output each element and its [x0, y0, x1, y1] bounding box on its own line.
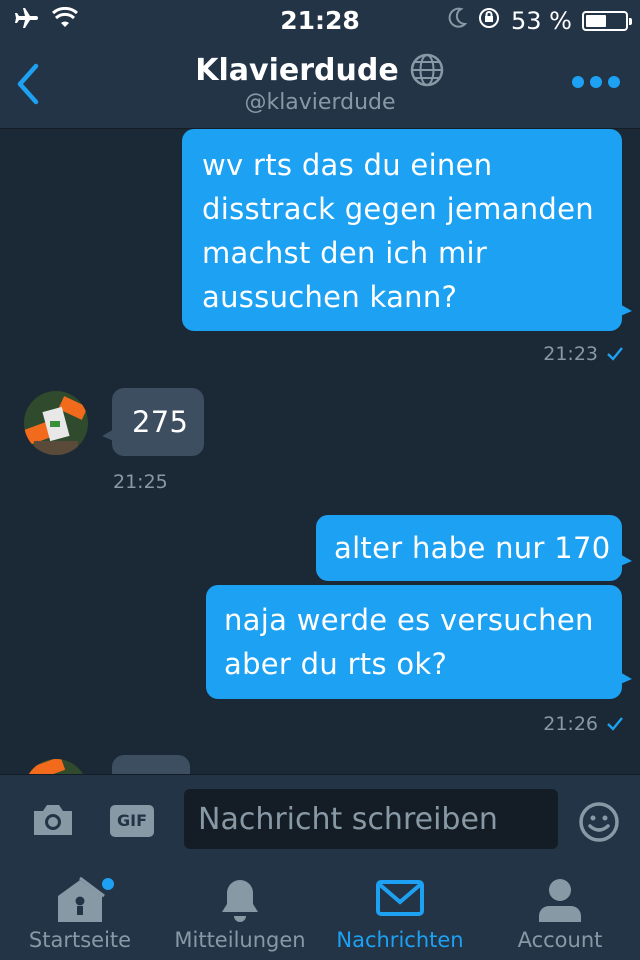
home-icon [52, 876, 108, 930]
conversation-header: Klavierdude @klavierdude [0, 40, 640, 129]
emoji-icon [579, 802, 619, 842]
more-dots-icon [590, 76, 602, 88]
tab-bar: Startseite Mitteilungen Nachrichten Acco… [0, 864, 640, 960]
avatar-partial[interactable] [24, 759, 88, 774]
camera-icon [34, 805, 72, 835]
tab-startseite[interactable]: Startseite [0, 864, 160, 960]
tab-nachrichten[interactable]: Nachrichten [320, 864, 480, 960]
gif-button[interactable]: GIF [110, 805, 154, 837]
tab-label: Account [517, 928, 603, 952]
battery-percent: 53 % [511, 7, 572, 35]
message-timestamp: 21:26 [543, 713, 624, 735]
notification-dot [102, 878, 114, 890]
checkmark-icon [607, 717, 623, 731]
message-bubble-outgoing[interactable]: wv rts das du einen disstrack gegen jema… [182, 129, 632, 331]
rotation-lock-icon [477, 6, 501, 36]
tab-mitteilungen[interactable]: Mitteilungen [160, 864, 320, 960]
conversation-title[interactable]: Klavierdude @klavierdude [0, 52, 640, 115]
message-timestamp: 21:25 [113, 471, 168, 493]
contact-name: Klavierdude [195, 52, 399, 88]
timestamp-text: 21:23 [543, 343, 598, 365]
message-timestamp: 21:23 [543, 343, 624, 365]
avatar[interactable] [24, 391, 88, 455]
message-bubble-outgoing[interactable]: naja werde es versuchen aber du rts ok? [206, 585, 632, 699]
status-bar: 21:28 53 % [0, 0, 640, 40]
battery-icon [582, 11, 632, 31]
timestamp-text: 21:25 [113, 471, 168, 493]
globe-icon [410, 53, 443, 87]
tab-label: Nachrichten [336, 928, 464, 952]
more-options-button[interactable] [572, 76, 620, 88]
message-bubble-incoming-partial[interactable] [112, 755, 190, 774]
moon-icon [447, 7, 468, 35]
tab-account[interactable]: Account [480, 864, 640, 960]
more-dots-icon [608, 76, 620, 88]
message-composer: GIF [0, 774, 640, 865]
message-bubble-incoming[interactable]: 275 [102, 388, 204, 456]
person-icon [537, 876, 583, 928]
emoji-button[interactable] [578, 801, 620, 847]
envelope-icon [375, 876, 425, 924]
checkmark-icon [607, 347, 623, 361]
status-right: 53 % [447, 6, 632, 36]
camera-button[interactable] [30, 801, 76, 843]
tab-label: Startseite [28, 928, 132, 952]
bell-icon [220, 876, 260, 930]
tab-label: Mitteilungen [174, 928, 306, 952]
message-thread[interactable]: wv rts das du einen disstrack gegen jema… [0, 129, 640, 774]
timestamp-text: 21:26 [543, 713, 598, 735]
message-bubble-outgoing[interactable]: alter habe nur 170 [316, 515, 632, 581]
message-input[interactable] [184, 789, 558, 849]
contact-handle: @klavierdude [244, 90, 396, 115]
more-dots-icon [572, 76, 584, 88]
